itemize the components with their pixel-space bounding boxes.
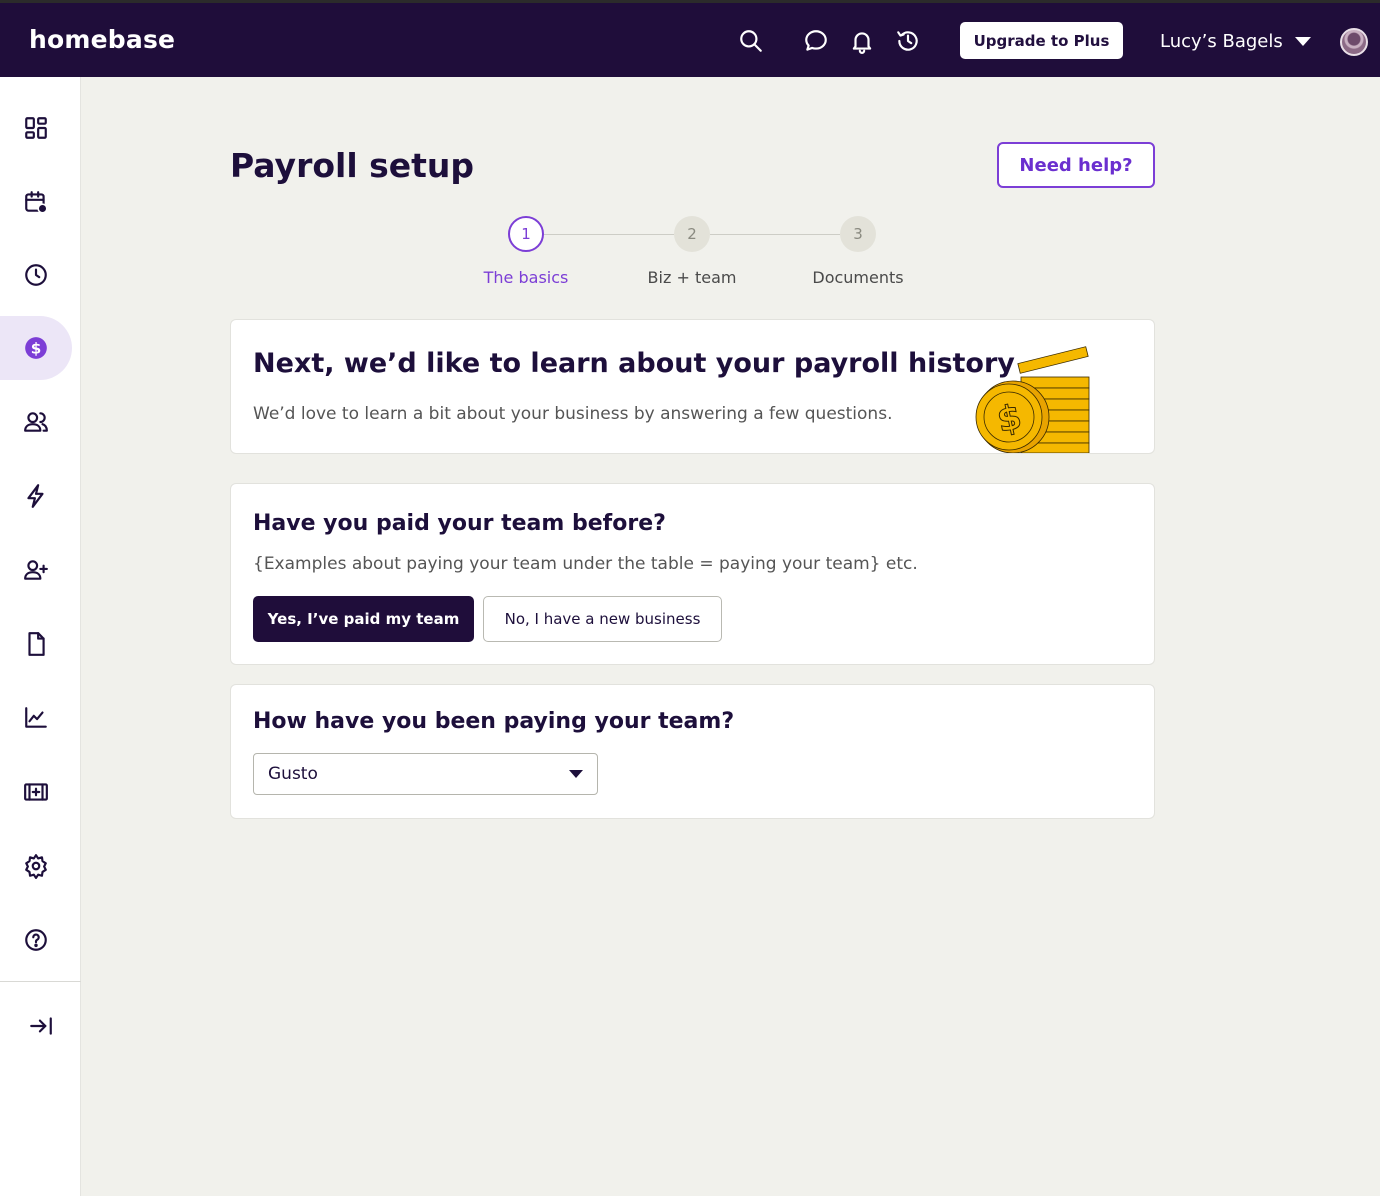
- chevron-down-icon: [1294, 37, 1311, 46]
- collapse-sidebar-icon[interactable]: [0, 994, 81, 1058]
- payment-method-question: How have you been paying your team?: [253, 709, 735, 734]
- top-navbar: homebase Upgrade to Plus Lucy’s Bagels: [0, 0, 1380, 77]
- upgrade-button[interactable]: Upgrade to Plus: [960, 22, 1123, 59]
- settings-icon[interactable]: [0, 834, 72, 898]
- step-connector: [544, 234, 674, 235]
- homebase-logo[interactable]: homebase: [29, 25, 175, 54]
- payroll-icon[interactable]: $: [0, 316, 72, 380]
- history-icon[interactable]: [894, 27, 922, 55]
- step-3-label: Documents: [812, 268, 904, 287]
- step-2-label: Biz + team: [647, 268, 737, 287]
- step-1-label: The basics: [483, 268, 569, 287]
- reports-icon[interactable]: [0, 686, 72, 750]
- need-help-button[interactable]: Need help?: [997, 142, 1155, 188]
- page-title: Payroll setup: [230, 146, 475, 185]
- step-2-circle: 2: [674, 216, 710, 252]
- schedule-icon[interactable]: [0, 170, 72, 234]
- new-business-button[interactable]: No, I have a new business: [483, 596, 722, 642]
- search-icon[interactable]: [737, 27, 765, 55]
- bell-icon[interactable]: [848, 27, 876, 55]
- document-icon[interactable]: [0, 612, 72, 676]
- add-user-icon[interactable]: [0, 538, 72, 602]
- sidebar: $: [0, 77, 81, 1196]
- step-3-circle: 3: [840, 216, 876, 252]
- account-name: Lucy’s Bagels: [1160, 31, 1283, 52]
- step-1-circle: 1: [508, 216, 544, 252]
- payment-method-card: How have you been paying your team? Gust…: [230, 684, 1155, 819]
- step-connector: [710, 234, 840, 235]
- clock-icon[interactable]: [0, 243, 72, 307]
- payment-provider-select[interactable]: Gusto: [253, 753, 598, 795]
- paid-team-subtitle: {Examples about paying your team under t…: [253, 554, 918, 574]
- account-switcher[interactable]: Lucy’s Bagels: [1160, 31, 1311, 52]
- help-icon[interactable]: [0, 908, 72, 972]
- paid-team-card: Have you paid your team before? {Example…: [230, 483, 1155, 665]
- chevron-down-icon: [569, 770, 583, 778]
- avatar[interactable]: [1340, 28, 1368, 56]
- sidebar-divider: [0, 981, 81, 982]
- add-ons-icon[interactable]: [0, 760, 72, 824]
- chat-icon[interactable]: [802, 27, 830, 55]
- paid-team-question: Have you paid your team before?: [253, 511, 666, 536]
- payment-provider-value: Gusto: [268, 764, 318, 784]
- progress-stepper: 1 2 3 The basics Biz + team Documents: [460, 216, 930, 296]
- team-icon[interactable]: [0, 390, 72, 454]
- svg-text:$: $: [31, 339, 42, 357]
- lightning-icon[interactable]: [0, 464, 72, 528]
- intro-heading: Next, we’d like to learn about your payr…: [253, 348, 1015, 379]
- yes-paid-team-button[interactable]: Yes, I’ve paid my team: [253, 596, 474, 642]
- intro-subtitle: We’d love to learn a bit about your busi…: [253, 404, 893, 424]
- coin-stack-illustration: $: [975, 346, 1090, 453]
- dashboard-icon[interactable]: [0, 96, 72, 160]
- payroll-history-intro-card: Next, we’d like to learn about your payr…: [230, 319, 1155, 454]
